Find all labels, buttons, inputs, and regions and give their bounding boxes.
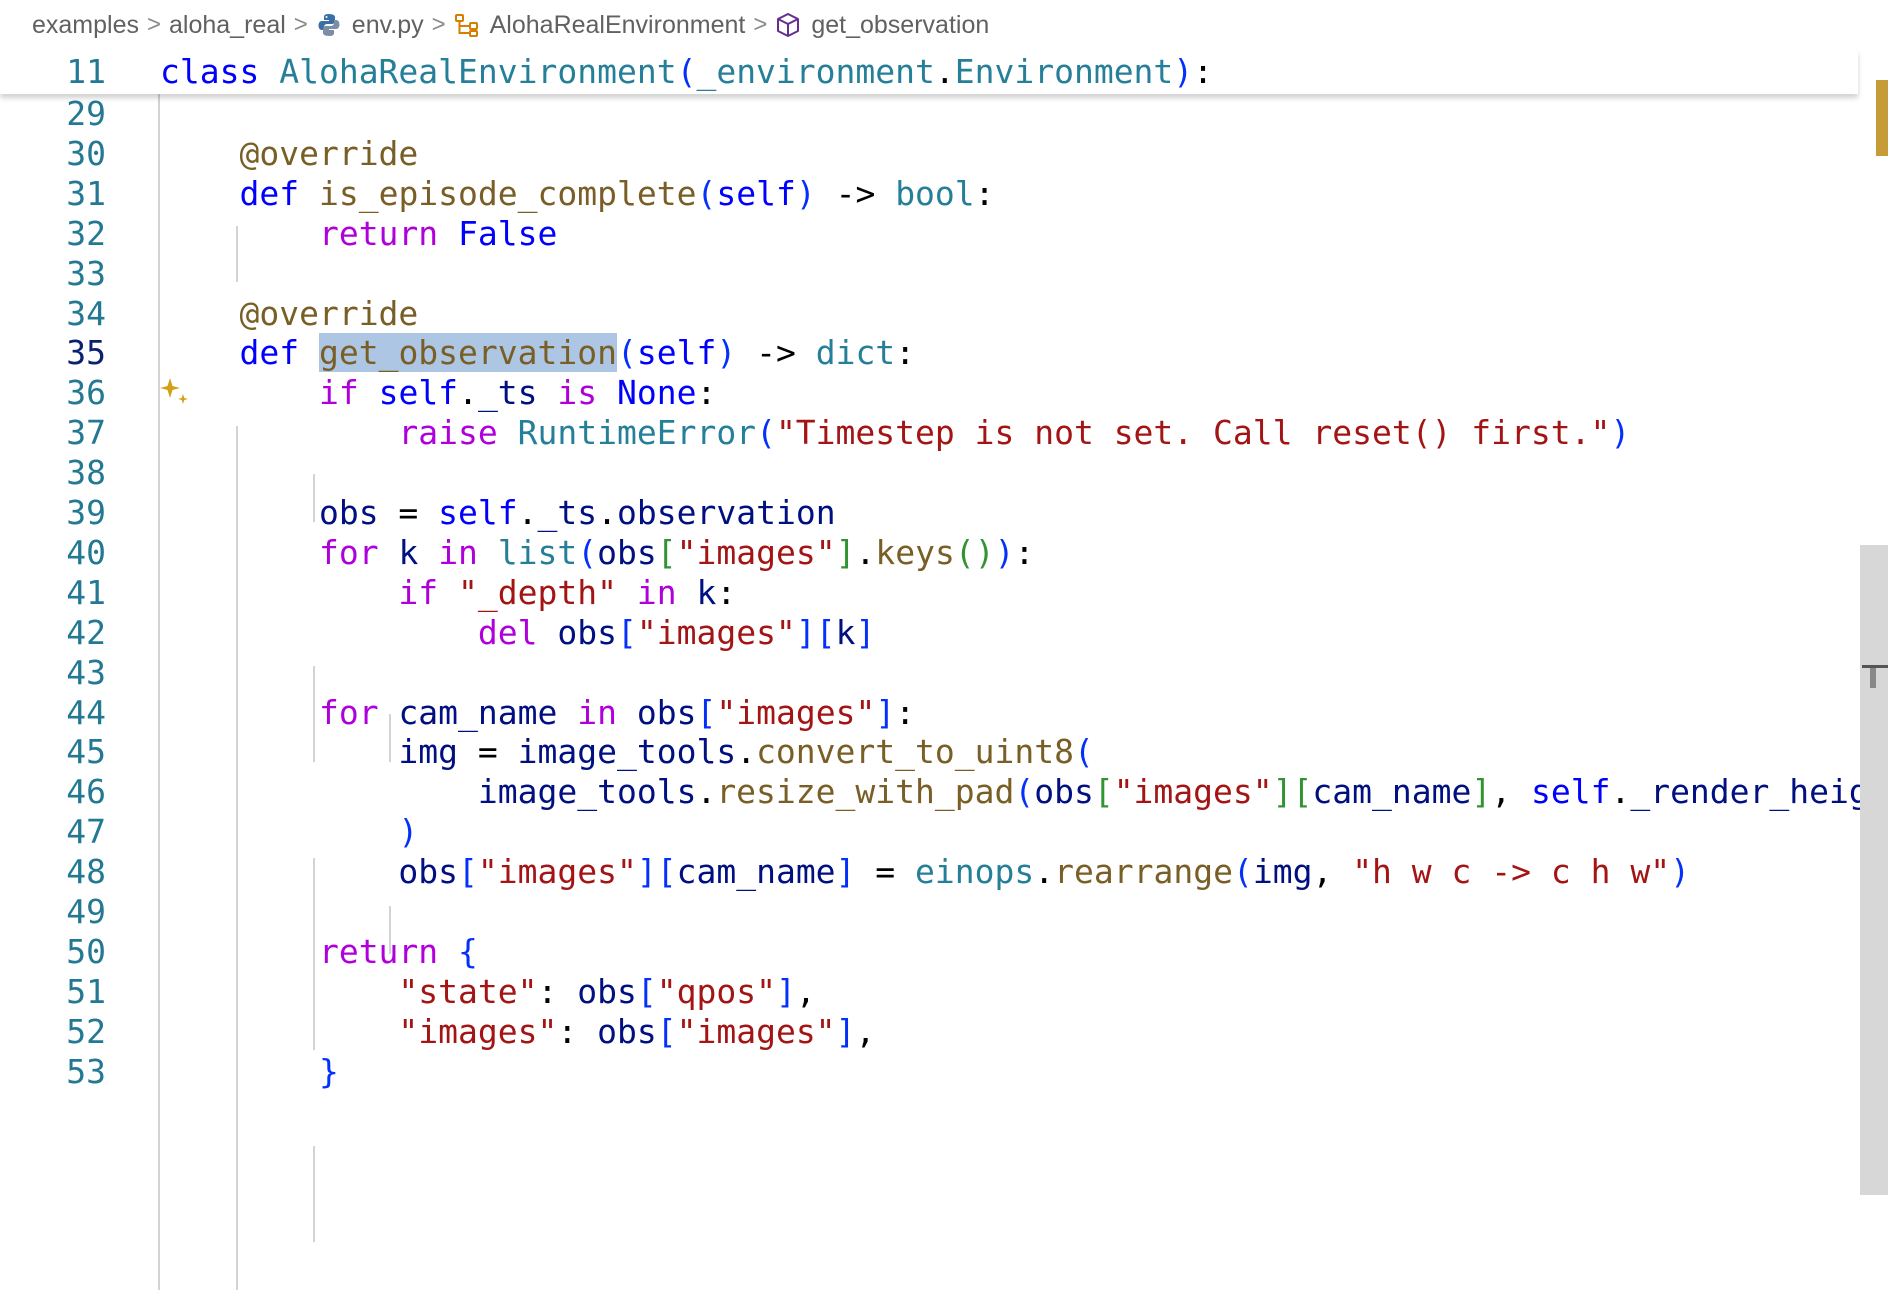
breadcrumb-item-aloha-real-environment[interactable]: AlohaRealEnvironment [454,10,746,40]
scrollbar-thumb[interactable] [1860,545,1888,1195]
breadcrumb-item-env-py[interactable]: env.py [316,11,424,40]
sticky-scroll-header[interactable]: 11 class AlohaRealEnvironment(_environme… [0,50,1858,94]
method-cube-icon [777,13,800,37]
sticky-code-line[interactable]: class AlohaRealEnvironment(_environment.… [160,48,1213,96]
python-file-icon [318,14,340,36]
breadcrumb-label: env.py [351,10,424,39]
breadcrumb-item-examples[interactable]: examples [32,11,139,40]
chevron-right-icon: > [147,11,162,38]
breadcrumb-item-get-observation[interactable]: get_observation [775,11,989,40]
indent-guide [313,1146,315,1242]
breadcrumb: examples > aloha_real > env.py > AlohaRe… [0,0,1860,50]
chevron-right-icon: > [753,11,768,38]
sparkle-icon[interactable] [158,376,192,410]
overview-ruler-tick [1870,668,1876,688]
chevron-right-icon: > [293,11,308,38]
breadcrumb-label: aloha_real [169,10,286,39]
breadcrumb-label: get_observation [811,10,990,39]
overview-ruler-marker [1876,80,1888,156]
breadcrumb-item-aloha-real[interactable]: aloha_real [169,11,286,40]
line-number: 53 [66,1051,106,1091]
class-symbol-icon [454,14,478,37]
breadcrumb-label: AlohaRealEnvironment [489,10,746,39]
code-line-53[interactable]: 53 } [0,1048,1860,1096]
line-number: 11 [66,52,106,91]
code-text[interactable]: } [160,1048,339,1096]
chevron-right-icon: > [431,11,446,38]
breadcrumb-label: examples [32,10,139,39]
